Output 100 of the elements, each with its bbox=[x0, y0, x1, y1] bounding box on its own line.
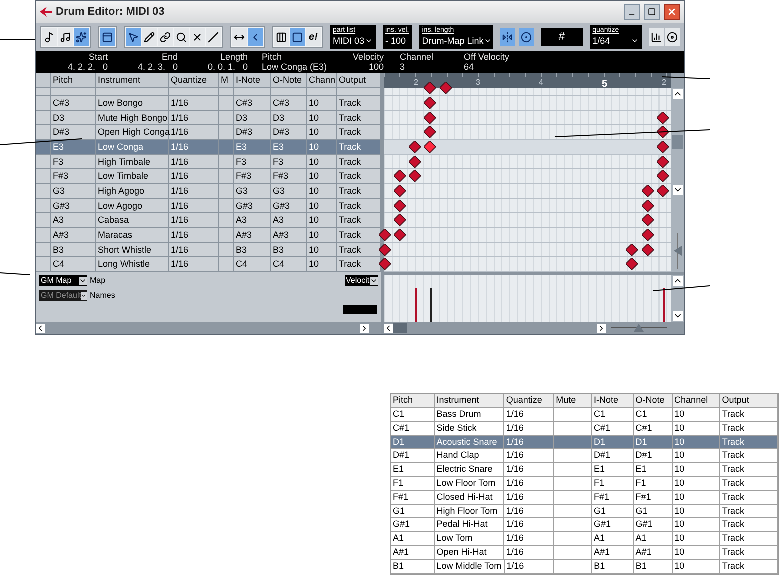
note-diamond[interactable] bbox=[424, 126, 436, 138]
drum-row[interactable]: G#3 Low Agogo 1/16 G#3 G#3 10 Track bbox=[36, 198, 381, 214]
drum-row[interactable]: G3 High Agogo 1/16 G3 G3 10 Track bbox=[36, 184, 381, 199]
note-diamond[interactable] bbox=[657, 126, 669, 138]
drum-row[interactable]: A#3 Maracas 1/16 A#3 A#3 10 Track bbox=[36, 228, 381, 243]
info-value[interactable]: 100 bbox=[368, 62, 384, 72]
tool-button[interactable] bbox=[174, 28, 189, 46]
note-diamond[interactable] bbox=[642, 200, 654, 212]
names-dropdown[interactable]: GM Default bbox=[39, 290, 87, 302]
tool-button[interactable] bbox=[142, 28, 157, 46]
lane-dropdown[interactable]: Velocit bbox=[345, 275, 378, 286]
note-diamond[interactable] bbox=[657, 112, 669, 124]
drum-row[interactable]: B3 Short Whistle 1/16 B3 B3 10 Track bbox=[36, 242, 381, 258]
column-header[interactable]: Chann bbox=[307, 73, 337, 87]
tool-button[interactable]: e! bbox=[306, 28, 321, 46]
note-diamond[interactable] bbox=[657, 184, 669, 197]
tool-button[interactable] bbox=[158, 28, 173, 46]
scroll-down-icon bbox=[672, 311, 682, 321]
maximize-button[interactable] bbox=[644, 4, 660, 20]
note-diamond[interactable] bbox=[409, 156, 421, 168]
column-header[interactable]: I-Note bbox=[234, 73, 271, 87]
info-value[interactable]: 4. 2. 2. 0 bbox=[68, 62, 108, 72]
note-diamond[interactable] bbox=[657, 140, 669, 153]
names-label: Names bbox=[90, 290, 116, 302]
column-header[interactable]: Quantize bbox=[169, 73, 219, 87]
note-diamond[interactable] bbox=[379, 228, 391, 241]
drum-row[interactable]: C4 Long Whistle 1/16 C4 C4 10 Track bbox=[36, 257, 381, 272]
table-row[interactable]: D1 Acoustic Snare 1/16 D1 D1 10 Track bbox=[391, 436, 778, 450]
lane-scrollbar[interactable] bbox=[671, 275, 684, 322]
note-diamond[interactable] bbox=[642, 184, 654, 197]
tool-button[interactable] bbox=[206, 28, 221, 46]
tool-button[interactable] bbox=[500, 28, 516, 46]
note-diamond[interactable] bbox=[394, 184, 406, 197]
scroll-thumb[interactable] bbox=[393, 323, 407, 333]
info-value[interactable]: 0. 0. 1. 0 bbox=[208, 62, 248, 72]
tool-button[interactable] bbox=[232, 28, 247, 46]
note-diamond[interactable] bbox=[626, 244, 638, 256]
table-row[interactable]: G#1 Pedal Hi-Hat 1/16 G#1 G#1 10 Track bbox=[391, 518, 778, 532]
map-dropdown[interactable]: GM Map bbox=[39, 275, 87, 286]
tool-button[interactable] bbox=[519, 28, 534, 46]
tool-button[interactable] bbox=[649, 28, 664, 46]
note-diamond[interactable] bbox=[394, 228, 406, 241]
note-diamond[interactable] bbox=[394, 200, 406, 212]
note-diamond[interactable] bbox=[394, 214, 406, 226]
note-diamond[interactable] bbox=[657, 170, 669, 182]
tool-button[interactable] bbox=[274, 28, 289, 46]
table-row[interactable]: F#1 Closed Hi-Hat 1/16 F#1 F#1 10 Track bbox=[391, 490, 778, 505]
drum-row[interactable]: E3 Low Conga 1/16 E3 E3 10 Track bbox=[36, 140, 381, 155]
table-row[interactable]: E1 Electric Snare 1/16 E1 E1 10 Track bbox=[391, 463, 778, 477]
column-header[interactable]: O-Note bbox=[271, 73, 307, 87]
table-row[interactable]: F1 Low Floor Tom 1/16 F1 F1 10 Track bbox=[391, 476, 778, 491]
table-row[interactable]: C1 Bass Drum 1/16 C1 C1 10 Track bbox=[391, 408, 778, 422]
column-header[interactable]: Pitch bbox=[51, 73, 96, 87]
note-diamond[interactable] bbox=[642, 244, 654, 256]
grid-field[interactable]: # bbox=[541, 28, 583, 46]
note-diamond[interactable] bbox=[424, 97, 436, 109]
pointer-icon bbox=[128, 32, 139, 42]
column-header[interactable]: Instrument bbox=[96, 73, 169, 87]
note-diamond[interactable] bbox=[642, 228, 654, 241]
info-value[interactable]: 3 bbox=[400, 62, 406, 72]
drum-row[interactable]: C#3 Low Bongo 1/16 C#3 C#3 10 Track bbox=[36, 96, 381, 111]
info-value[interactable]: 64 bbox=[464, 62, 474, 72]
table-row[interactable]: D#1 Hand Clap 1/16 D#1 D#1 10 Track bbox=[391, 449, 778, 464]
vertical-scrollbar[interactable] bbox=[671, 88, 684, 272]
drum-row[interactable]: A3 Cabasa 1/16 A3 A3 10 Track bbox=[36, 213, 381, 228]
drum-row[interactable]: F#3 Low Timbale 1/16 F#3 F#3 10 Track bbox=[36, 169, 381, 184]
table-row[interactable]: B1 Low Middle Tom 1/16 B1 B1 10 Track bbox=[391, 560, 778, 574]
table-row[interactable]: G1 High Floor Tom 1/16 G1 G1 10 Track bbox=[391, 504, 778, 518]
drum-row[interactable]: F3 High Timbale 1/16 F3 F3 10 Track bbox=[36, 154, 381, 170]
note-diamond[interactable] bbox=[424, 140, 436, 153]
note-diamond[interactable] bbox=[409, 170, 421, 182]
note-diamond[interactable] bbox=[379, 244, 391, 256]
column-header[interactable]: Output bbox=[337, 73, 381, 87]
scroll-thumb[interactable] bbox=[672, 135, 683, 149]
note-diamond[interactable] bbox=[409, 140, 421, 153]
note-diamond[interactable] bbox=[424, 112, 436, 124]
horizontal-scrollbar[interactable] bbox=[384, 322, 684, 334]
table-row[interactable]: C#1 Side Stick 1/16 C#1 C#1 10 Track bbox=[391, 422, 778, 436]
scroll-down-icon bbox=[672, 185, 682, 195]
horizontal-scrollbar[interactable] bbox=[36, 322, 381, 334]
table-row[interactable]: A#1 Open Hi-Hat 1/16 A#1 A#1 10 Track bbox=[391, 546, 778, 560]
note-diamond[interactable] bbox=[642, 214, 654, 226]
note-diamond[interactable] bbox=[440, 82, 452, 94]
tool-button[interactable] bbox=[665, 28, 680, 46]
info-value[interactable]: 4. 2. 3. 0 bbox=[138, 62, 178, 72]
column-header[interactable]: M bbox=[219, 73, 234, 87]
note-diamond[interactable] bbox=[424, 82, 436, 94]
tool-button[interactable] bbox=[58, 28, 73, 46]
drum-row[interactable]: D3 Mute High Bongo 1/16 D3 D3 10 Track bbox=[36, 110, 381, 126]
list-cell: Track bbox=[337, 213, 381, 227]
tool-button[interactable] bbox=[190, 28, 205, 46]
drum-row[interactable]: D#3 Open High Conga1/16 D#3 D#3 10 Track bbox=[36, 125, 381, 140]
note-diamond[interactable] bbox=[379, 258, 391, 270]
close-button[interactable] bbox=[664, 4, 680, 20]
note-diamond[interactable] bbox=[657, 156, 669, 168]
note-diamond[interactable] bbox=[394, 170, 406, 182]
note-diamond[interactable] bbox=[626, 258, 638, 270]
info-value[interactable]: Low Conga (E3) bbox=[262, 62, 328, 72]
tool-button[interactable] bbox=[42, 28, 57, 46]
table-row[interactable]: A1 Low Tom 1/16 A1 A1 10 Track bbox=[391, 532, 778, 546]
